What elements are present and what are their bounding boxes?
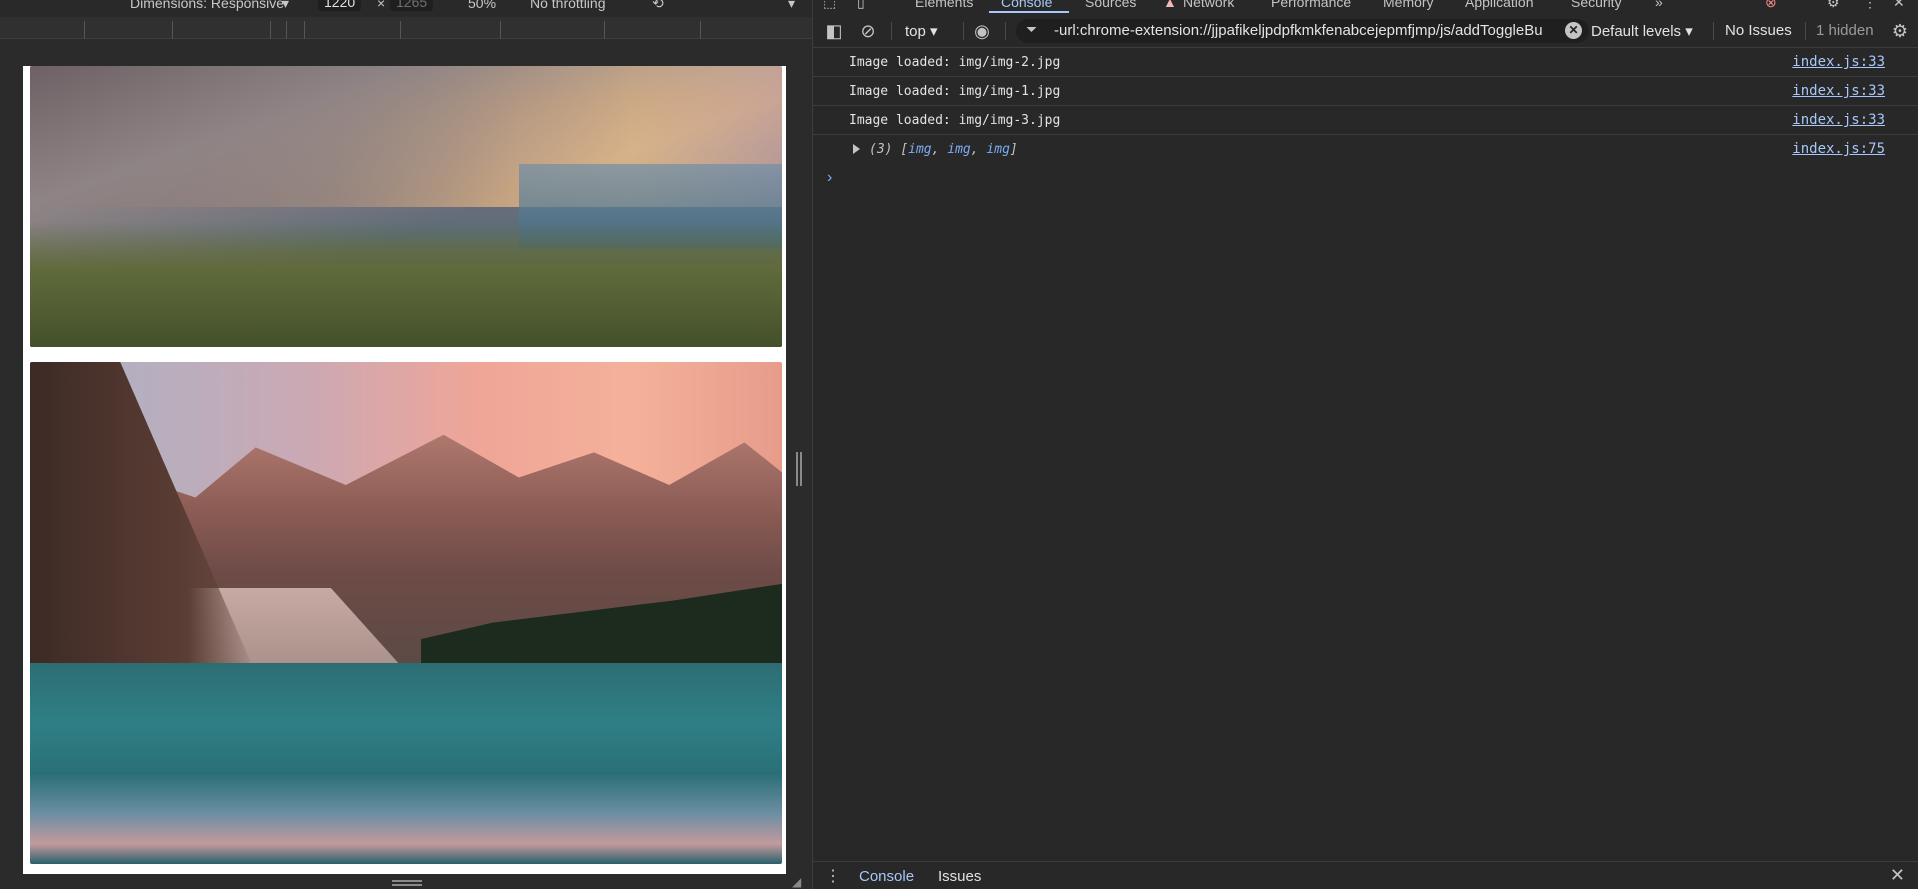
console-log-row: Image loaded: img/img-2.jpg index.js:33 <box>813 49 1918 77</box>
hidden-messages-count: 1 hidden <box>1816 22 1874 39</box>
landscape-photo-dolomites <box>30 66 782 347</box>
console-messages: Image loaded: img/img-2.jpg index.js:33 … <box>813 49 1918 861</box>
devtools-panel: ⬚ ▯ Elements Console Sources ▲ Network P… <box>812 0 1918 889</box>
landscape-photo-moraine-lake <box>30 362 782 864</box>
viewport-resize-corner-icon[interactable]: ◢ <box>792 875 806 889</box>
context-label: top <box>905 23 926 40</box>
device-toolbar: Dimensions: Responsive ▾ 1220 × 1265 50%… <box>0 0 812 17</box>
height-input[interactable]: 1265 <box>390 0 434 11</box>
device-toggle-icon[interactable]: ▯ <box>857 0 865 11</box>
filter-value: -url:chrome-extension://jjpafikeljpdpfkm… <box>1054 22 1543 39</box>
expand-triangle-icon[interactable] <box>853 144 860 154</box>
device-viewport-pane: Dimensions: Responsive ▾ 1220 × 1265 50%… <box>0 0 812 889</box>
log-source-link[interactable]: index.js:33 <box>1792 83 1885 99</box>
times-symbol: × <box>377 0 386 11</box>
devtools-tabbar: ⬚ ▯ Elements Console Sources ▲ Network P… <box>813 0 1918 13</box>
log-source-link[interactable]: index.js:33 <box>1792 54 1885 70</box>
kebab-menu-icon[interactable]: ⋮ <box>1863 0 1877 11</box>
viewport-resize-handle-right[interactable] <box>796 452 802 486</box>
console-settings-icon[interactable]: ⚙ <box>1889 20 1911 42</box>
console-log-row: Image loaded: img/img-3.jpg index.js:33 <box>813 107 1918 135</box>
log-source-link[interactable]: index.js:75 <box>1792 141 1885 157</box>
chevron-down-icon: ▾ <box>1685 23 1693 40</box>
dimensions-select[interactable]: Dimensions: Responsive <box>130 0 284 11</box>
log-message: Image loaded: img/img-2.jpg <box>849 55 1061 70</box>
array-preview[interactable]: (3) [img, img, img] <box>869 142 1018 157</box>
drawer-tabbar: ⋮ Console Issues ✕ <box>813 861 1918 889</box>
tab-console[interactable]: Console <box>1001 0 1052 10</box>
rotate-icon[interactable]: ⟲ <box>652 0 664 12</box>
console-toolbar: ◧ ⊘ top ▾ ◉ ⏷ -url:chrome-extension://jj… <box>813 13 1918 48</box>
more-tabs-icon[interactable]: » <box>1655 0 1663 10</box>
console-filter-input[interactable]: ⏷ -url:chrome-extension://jjpafikeljpdpf… <box>1016 19 1589 43</box>
console-log-row: Image loaded: img/img-1.jpg index.js:33 <box>813 78 1918 106</box>
clear-filter-icon[interactable]: ✕ <box>1565 22 1582 39</box>
zoom-select[interactable]: 50% <box>468 0 496 11</box>
warning-icon: ▲ <box>1163 0 1177 10</box>
settings-icon[interactable]: ⚙ <box>1827 0 1840 11</box>
drawer-menu-icon[interactable]: ⋮ <box>825 866 841 886</box>
drawer-tab-issues[interactable]: Issues <box>938 868 981 885</box>
clear-console-icon[interactable]: ⊘ <box>857 20 879 42</box>
tab-performance[interactable]: Performance <box>1271 0 1351 10</box>
console-prompt[interactable]: › <box>827 169 832 187</box>
more-options-icon[interactable]: ▾ <box>788 0 795 12</box>
filter-icon: ⏷ <box>1026 21 1038 37</box>
tab-sources[interactable]: Sources <box>1085 0 1136 10</box>
drawer-tab-console[interactable]: Console <box>859 868 914 885</box>
tab-memory[interactable]: Memory <box>1383 0 1434 10</box>
inspect-element-icon[interactable]: ⬚ <box>823 0 836 11</box>
error-count-icon[interactable]: ⊗ <box>1765 0 1777 11</box>
chevron-down-icon: ▾ <box>282 0 290 11</box>
throttling-select[interactable]: No throttling <box>530 0 605 11</box>
sidebar-toggle-icon[interactable]: ◧ <box>823 20 845 42</box>
tab-elements[interactable]: Elements <box>915 0 973 10</box>
issues-button[interactable]: No Issues <box>1725 22 1792 39</box>
log-levels-select[interactable]: Default levels ▾ <box>1591 22 1693 40</box>
tab-network[interactable]: Network <box>1183 0 1234 10</box>
tab-security[interactable]: Security <box>1571 0 1622 10</box>
chevron-down-icon: ▾ <box>930 23 938 40</box>
tab-application[interactable]: Application <box>1465 0 1534 10</box>
close-drawer-icon[interactable]: ✕ <box>1890 865 1905 886</box>
media-query-ruler[interactable] <box>0 17 812 39</box>
levels-label: Default levels <box>1591 23 1682 40</box>
log-source-link[interactable]: index.js:33 <box>1792 112 1885 128</box>
width-input[interactable]: 1220 <box>318 0 362 11</box>
console-array-row[interactable]: (3) [img, img, img] index.js:75 <box>813 136 1918 164</box>
log-message: Image loaded: img/img-1.jpg <box>849 84 1061 99</box>
emulated-page <box>23 66 786 874</box>
log-message: Image loaded: img/img-3.jpg <box>849 113 1061 128</box>
eye-icon[interactable]: ◉ <box>971 20 993 42</box>
viewport-resize-handle-bottom[interactable] <box>392 880 422 886</box>
close-devtools-icon[interactable]: ✕ <box>1893 0 1905 11</box>
context-select[interactable]: top ▾ <box>905 22 938 40</box>
